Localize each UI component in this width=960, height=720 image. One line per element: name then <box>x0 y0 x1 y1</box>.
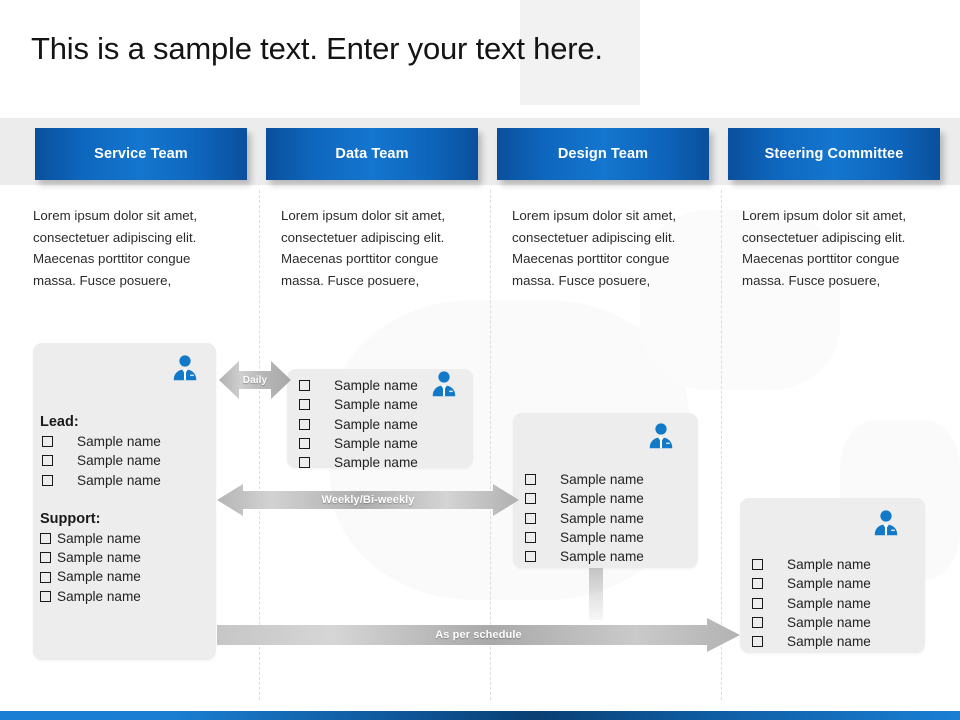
list-item-label: Sample name <box>560 549 644 565</box>
checkbox-icon[interactable] <box>42 436 53 448</box>
team-card-design[interactable]: Sample name Sample name Sample name Samp… <box>513 413 698 568</box>
list-item-label: Sample name <box>560 491 644 507</box>
list-item[interactable]: Sample name <box>33 548 216 567</box>
list-item[interactable]: Sample name <box>33 587 216 606</box>
list-item-label: Sample name <box>57 550 141 566</box>
team-card-data[interactable]: Sample name Sample name Sample name Samp… <box>287 369 473 470</box>
tab-label: Steering Committee <box>764 146 904 162</box>
list-item[interactable]: Sample name <box>740 555 925 574</box>
tab-steering-committee[interactable]: Steering Committee <box>728 128 940 180</box>
checkbox-icon[interactable] <box>40 590 51 602</box>
team-card-steering[interactable]: Sample name Sample name Sample name Samp… <box>740 498 925 653</box>
checkbox-icon[interactable] <box>525 532 536 544</box>
list-item[interactable]: Sample name <box>740 613 925 632</box>
checkbox-icon[interactable] <box>299 380 310 392</box>
column-paragraph-design-team: Lorem ipsum dolor sit amet, consectetuer… <box>512 208 677 288</box>
list-item[interactable]: Sample name <box>287 434 473 453</box>
list-item[interactable]: Sample name <box>287 415 473 434</box>
list-item-label: Sample name <box>787 634 871 650</box>
list-item-label: Sample name <box>334 416 418 432</box>
list-item-label: Sample name <box>787 557 871 572</box>
list-item[interactable]: Sample name <box>513 470 698 489</box>
checkbox-icon[interactable] <box>525 493 536 505</box>
column-paragraph-steering-committee: Lorem ipsum dolor sit amet, consectetuer… <box>742 208 907 288</box>
list-item-label: Sample name <box>77 453 161 469</box>
group-heading: Support: <box>40 510 101 527</box>
list-item-label: Sample name <box>560 529 644 545</box>
list-item[interactable]: Sample name <box>33 451 216 470</box>
checkbox-icon[interactable] <box>752 559 763 571</box>
list-item[interactable]: Sample name <box>287 453 473 472</box>
name-list: Sample name Sample name Sample name <box>33 432 216 490</box>
list-item-label: Sample name <box>787 595 871 611</box>
list-item-label: Sample name <box>77 434 161 449</box>
slide-title: This is a sample text. Enter your text h… <box>31 31 603 66</box>
name-list: Sample name Sample name Sample name Samp… <box>33 529 216 606</box>
checkbox-icon[interactable] <box>525 512 536 524</box>
list-item-label: Sample name <box>787 614 871 630</box>
checkbox-icon[interactable] <box>299 438 310 450</box>
checkbox-icon[interactable] <box>299 399 310 411</box>
checkbox-icon[interactable] <box>525 474 536 486</box>
tab-data-team[interactable]: Data Team <box>266 128 478 180</box>
name-list: Sample name Sample name Sample name Samp… <box>513 470 698 566</box>
footer-accent-bar <box>0 711 960 720</box>
list-item[interactable]: Sample name <box>740 574 925 593</box>
vertical-connector <box>589 568 603 620</box>
checkbox-icon[interactable] <box>40 533 51 545</box>
list-item[interactable]: Sample name <box>33 471 216 490</box>
arrow-weekly-biweekly: Weekly/Bi-weekly <box>217 482 519 518</box>
list-item-label: Sample name <box>787 576 871 592</box>
tab-service-team[interactable]: Service Team <box>35 128 247 180</box>
list-item[interactable]: Sample name <box>740 632 925 651</box>
checkbox-icon[interactable] <box>752 597 763 609</box>
list-item-label: Sample name <box>334 397 418 413</box>
checkbox-icon[interactable] <box>40 571 51 583</box>
checkbox-icon[interactable] <box>752 617 763 629</box>
list-item-label: Sample name <box>334 435 418 451</box>
checkbox-icon[interactable] <box>299 418 310 430</box>
list-item-label: Sample name <box>560 510 644 526</box>
list-item-label: Sample name <box>334 455 418 471</box>
column-paragraph-service-team: Lorem ipsum dolor sit amet, consectetuer… <box>33 208 198 288</box>
list-item-label: Sample name <box>57 569 141 585</box>
list-item[interactable]: Sample name <box>513 489 698 508</box>
team-card-service[interactable]: Lead: Sample name Sample name Sample nam… <box>33 343 216 660</box>
list-item[interactable]: Sample name <box>513 547 698 566</box>
tab-label: Design Team <box>557 146 649 162</box>
tab-label: Data Team <box>335 146 409 162</box>
list-item[interactable]: Sample name <box>513 528 698 547</box>
tab-label: Service Team <box>94 146 188 162</box>
list-item-label: Sample name <box>334 378 418 393</box>
arrow-daily: Daily <box>219 355 291 405</box>
list-item-label: Sample name <box>57 530 141 546</box>
checkbox-icon[interactable] <box>752 578 763 590</box>
list-item-label: Sample name <box>560 472 644 487</box>
list-item[interactable]: Sample name <box>740 594 925 613</box>
list-item-label: Sample name <box>57 588 141 604</box>
checkbox-icon[interactable] <box>525 551 536 563</box>
name-list: Sample name Sample name Sample name Samp… <box>287 376 473 472</box>
checkbox-icon[interactable] <box>42 455 53 467</box>
card-group-support: Support: Sample name Sample name Sample … <box>33 511 216 606</box>
checkbox-icon[interactable] <box>752 636 763 648</box>
list-item[interactable]: Sample name <box>287 395 473 414</box>
arrow-as-per-schedule: As per schedule <box>217 617 740 653</box>
list-item[interactable]: Sample name <box>33 567 216 586</box>
list-item-label: Sample name <box>77 472 161 488</box>
list-item[interactable]: Sample name <box>33 529 216 548</box>
column-paragraph-data-team: Lorem ipsum dolor sit amet, consectetuer… <box>281 208 446 288</box>
checkbox-icon[interactable] <box>42 474 53 486</box>
checkbox-icon[interactable] <box>299 457 310 469</box>
checkbox-icon[interactable] <box>40 552 51 564</box>
list-item[interactable]: Sample name <box>287 376 473 395</box>
slide-canvas: This is a sample text. Enter your text h… <box>0 0 960 720</box>
name-list: Sample name Sample name Sample name Samp… <box>740 555 925 651</box>
list-item[interactable]: Sample name <box>513 509 698 528</box>
list-item[interactable]: Sample name <box>33 432 216 451</box>
group-heading: Lead: <box>40 414 79 430</box>
tab-design-team[interactable]: Design Team <box>497 128 709 180</box>
card-group-lead: Lead: Sample name Sample name Sample nam… <box>33 414 216 490</box>
